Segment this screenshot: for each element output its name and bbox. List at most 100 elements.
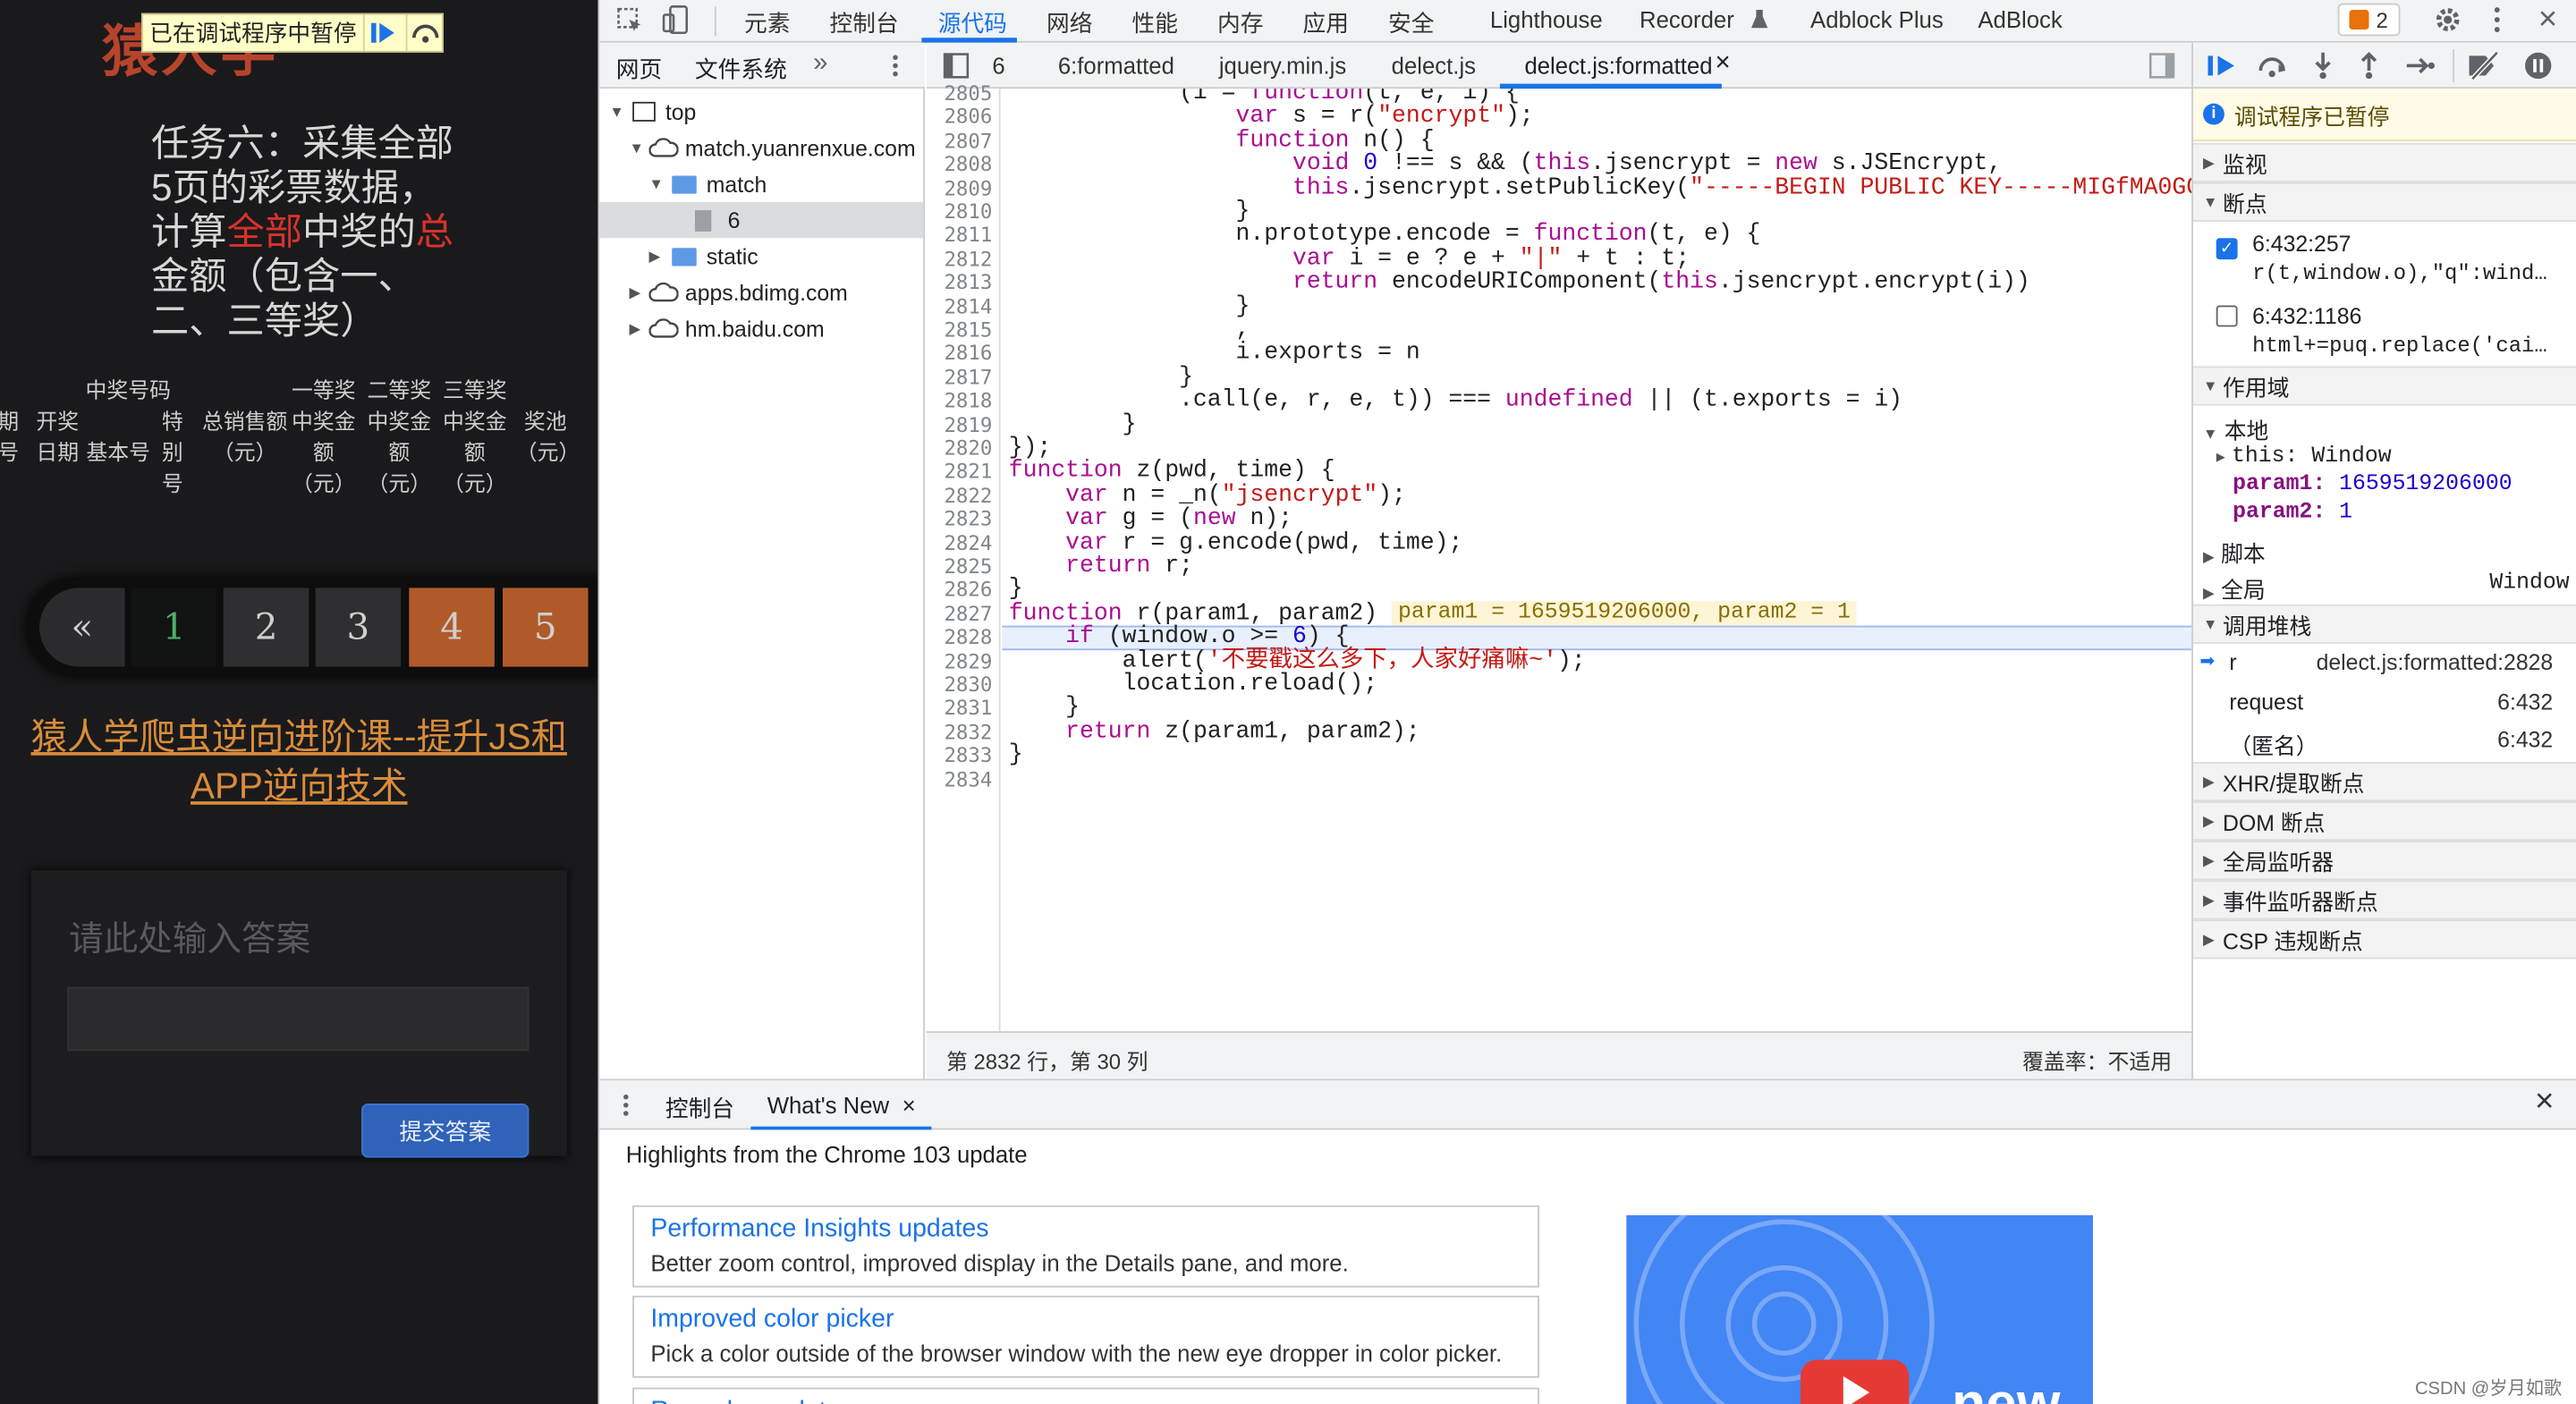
- line-number[interactable]: 2809: [944, 177, 992, 200]
- breakpoint-checkbox[interactable]: [2216, 305, 2238, 332]
- line-number[interactable]: 2805: [944, 82, 992, 106]
- tree-item-domain[interactable]: ▶ hm.baidu.com: [629, 310, 824, 346]
- line-number[interactable]: 2827: [944, 603, 992, 626]
- line-number-gutter[interactable]: 2805 2806 2807 2808 2809 2810 2811 2812 2813 2814…: [926, 82, 1001, 1032]
- code-line[interactable]: void 0 !== s && (this.jsencrypt = new s.…: [1009, 152, 2002, 176]
- answer-input[interactable]: [67, 986, 530, 1052]
- line-number[interactable]: 2829: [944, 649, 992, 672]
- card-title[interactable]: Improved color picker: [650, 1304, 1521, 1337]
- line-number[interactable]: 2808: [944, 153, 992, 176]
- step-into-button[interactable]: [2311, 51, 2334, 80]
- section-dom-breakpoints[interactable]: ▶ DOM 断点: [2192, 801, 2576, 842]
- code-line[interactable]: n.prototype.encode = function(t, e) {: [1009, 224, 1761, 248]
- page-button-2[interactable]: 2: [223, 588, 309, 667]
- step-button[interactable]: [2403, 55, 2436, 78]
- editor-tab-delect[interactable]: delect.js: [1392, 53, 1476, 79]
- code-line[interactable]: var i = e ? e + "|" + t : t;: [1009, 247, 1690, 271]
- line-number[interactable]: 2819: [944, 413, 992, 436]
- section-event-listener-breakpoints[interactable]: ▶ 事件监听器断点: [2192, 880, 2576, 920]
- code-line[interactable]: return encodeURIComponent(this.jsencrypt…: [1009, 271, 2030, 295]
- line-number[interactable]: 2823: [944, 508, 992, 531]
- card-title[interactable]: Recorder updates: [650, 1396, 1521, 1404]
- scope-script[interactable]: ▶ 脚本: [2203, 536, 2266, 569]
- code-line[interactable]: var g = (new n);: [1009, 507, 1292, 531]
- code-editor[interactable]: (i = function(t, e, i) { var s = r("encr…: [1002, 89, 2191, 1031]
- code-line[interactable]: ,: [1009, 318, 1250, 343]
- code-line[interactable]: (i = function(t, e, i) {: [1009, 89, 1520, 106]
- section-callstack[interactable]: ▼ 调用堆栈: [2192, 604, 2576, 644]
- section-scope[interactable]: ▼ 作用域: [2192, 366, 2576, 406]
- line-number[interactable]: 2816: [944, 343, 992, 366]
- tab-sources[interactable]: 源代码: [938, 6, 1007, 39]
- card-title[interactable]: Performance Insights updates: [650, 1214, 1521, 1247]
- callstack-frame[interactable]: （匿名） 6:432: [2193, 723, 2576, 758]
- close-drawer-icon[interactable]: ×: [2535, 1084, 2554, 1121]
- line-number[interactable]: 2822: [944, 484, 992, 507]
- device-toolbar-icon[interactable]: [662, 5, 689, 35]
- resume-button[interactable]: [362, 14, 399, 51]
- line-number[interactable]: 2806: [944, 106, 992, 129]
- line-number[interactable]: 2815: [944, 318, 992, 342]
- whats-new-video-thumbnail[interactable]: new: [1626, 1214, 2093, 1404]
- code-line[interactable]: }: [1009, 199, 1250, 224]
- tab-adblock[interactable]: AdBlock: [1978, 6, 2062, 32]
- tab-console[interactable]: 控制台: [830, 6, 899, 39]
- drawer-tab-console[interactable]: 控制台: [665, 1092, 734, 1125]
- navigator-menu-icon[interactable]: [892, 53, 898, 79]
- code-line[interactable]: var s = r("encrypt");: [1009, 106, 1534, 130]
- line-number[interactable]: 2813: [944, 271, 992, 294]
- nav-tab-page[interactable]: 网页: [615, 53, 663, 94]
- step-out-button[interactable]: [2358, 51, 2381, 80]
- more-tabs-icon[interactable]: »: [813, 49, 827, 79]
- section-csp-violation-breakpoints[interactable]: ▶ CSP 违规断点: [2192, 919, 2576, 960]
- tab-network[interactable]: 网络: [1046, 6, 1092, 39]
- course-link[interactable]: 猿人学爬虫逆向进阶课--提升JS和APP逆向技术: [16, 713, 581, 811]
- section-global-listeners[interactable]: ▶ 全局监听器: [2192, 841, 2576, 881]
- line-number[interactable]: 2821: [944, 461, 992, 484]
- line-number[interactable]: 2807: [944, 130, 992, 153]
- tab-elements[interactable]: 元素: [744, 6, 790, 39]
- code-line[interactable]: });: [1009, 436, 1052, 461]
- code-line[interactable]: var r = g.encode(pwd, time);: [1009, 530, 1462, 554]
- tab-adblock-plus[interactable]: Adblock Plus: [1810, 6, 1944, 32]
- page-button-1[interactable]: 1: [131, 588, 217, 667]
- code-line[interactable]: }: [1009, 743, 1023, 767]
- code-line[interactable]: function r(param1, param2) {: [1009, 602, 1406, 626]
- callstack-frame-active[interactable]: ➡ r delect.js:formatted:2828: [2192, 645, 2576, 682]
- pause-on-exceptions-button[interactable]: [2523, 51, 2553, 80]
- toggle-navigator-icon[interactable]: [943, 53, 970, 79]
- scope-local[interactable]: ▼ 本地: [2203, 412, 2268, 445]
- line-number[interactable]: 2833: [944, 744, 992, 767]
- tree-item-domain[interactable]: ▶ apps.bdimg.com: [629, 275, 847, 310]
- issues-badge[interactable]: 2: [2337, 3, 2401, 37]
- page-button-3[interactable]: 3: [315, 588, 402, 667]
- page-prev-button[interactable]: «: [39, 588, 125, 667]
- resume-script-button[interactable]: [2207, 53, 2236, 79]
- code-line[interactable]: }: [1009, 697, 1080, 721]
- step-over-button[interactable]: [405, 14, 442, 51]
- code-line[interactable]: alert('不要戳这么多下，人家好痛嘛~');: [1009, 649, 1586, 673]
- close-devtools-icon[interactable]: ×: [2538, 2, 2557, 39]
- scope-global[interactable]: ▶ 全局 Window: [2203, 571, 2570, 605]
- line-number[interactable]: 2825: [944, 555, 992, 579]
- breakpoint-checkbox[interactable]: ✓: [2216, 233, 2238, 260]
- code-line[interactable]: i.exports = n: [1009, 342, 1420, 366]
- line-number[interactable]: 2828: [944, 626, 992, 649]
- line-number[interactable]: 2820: [944, 436, 992, 460]
- section-xhr-breakpoints[interactable]: ▶ XHR/提取断点: [2192, 762, 2576, 802]
- close-tab-icon[interactable]: ×: [902, 1092, 916, 1118]
- code-line[interactable]: function n() {: [1009, 129, 1435, 153]
- code-line[interactable]: }: [1009, 412, 1137, 436]
- code-line[interactable]: location.reload();: [1009, 672, 1378, 697]
- code-line[interactable]: this.jsencrypt.setPublicKey("-----BEGIN …: [1009, 176, 2191, 200]
- more-options-icon[interactable]: [2492, 5, 2502, 35]
- tab-security[interactable]: 安全: [1388, 6, 1434, 39]
- editor-tab-6-formatted[interactable]: 6:formatted: [1058, 53, 1174, 79]
- line-number[interactable]: 2831: [944, 697, 992, 720]
- line-number[interactable]: 2830: [944, 673, 992, 697]
- drawer-tab-whats-new[interactable]: What's New ×: [750, 1080, 933, 1130]
- line-number[interactable]: 2834: [944, 768, 992, 791]
- section-breakpoints[interactable]: ▼ 断点: [2192, 182, 2576, 222]
- whats-new-card[interactable]: Performance Insights updates Better zoom …: [632, 1205, 1539, 1288]
- tab-memory[interactable]: 内存: [1217, 6, 1263, 39]
